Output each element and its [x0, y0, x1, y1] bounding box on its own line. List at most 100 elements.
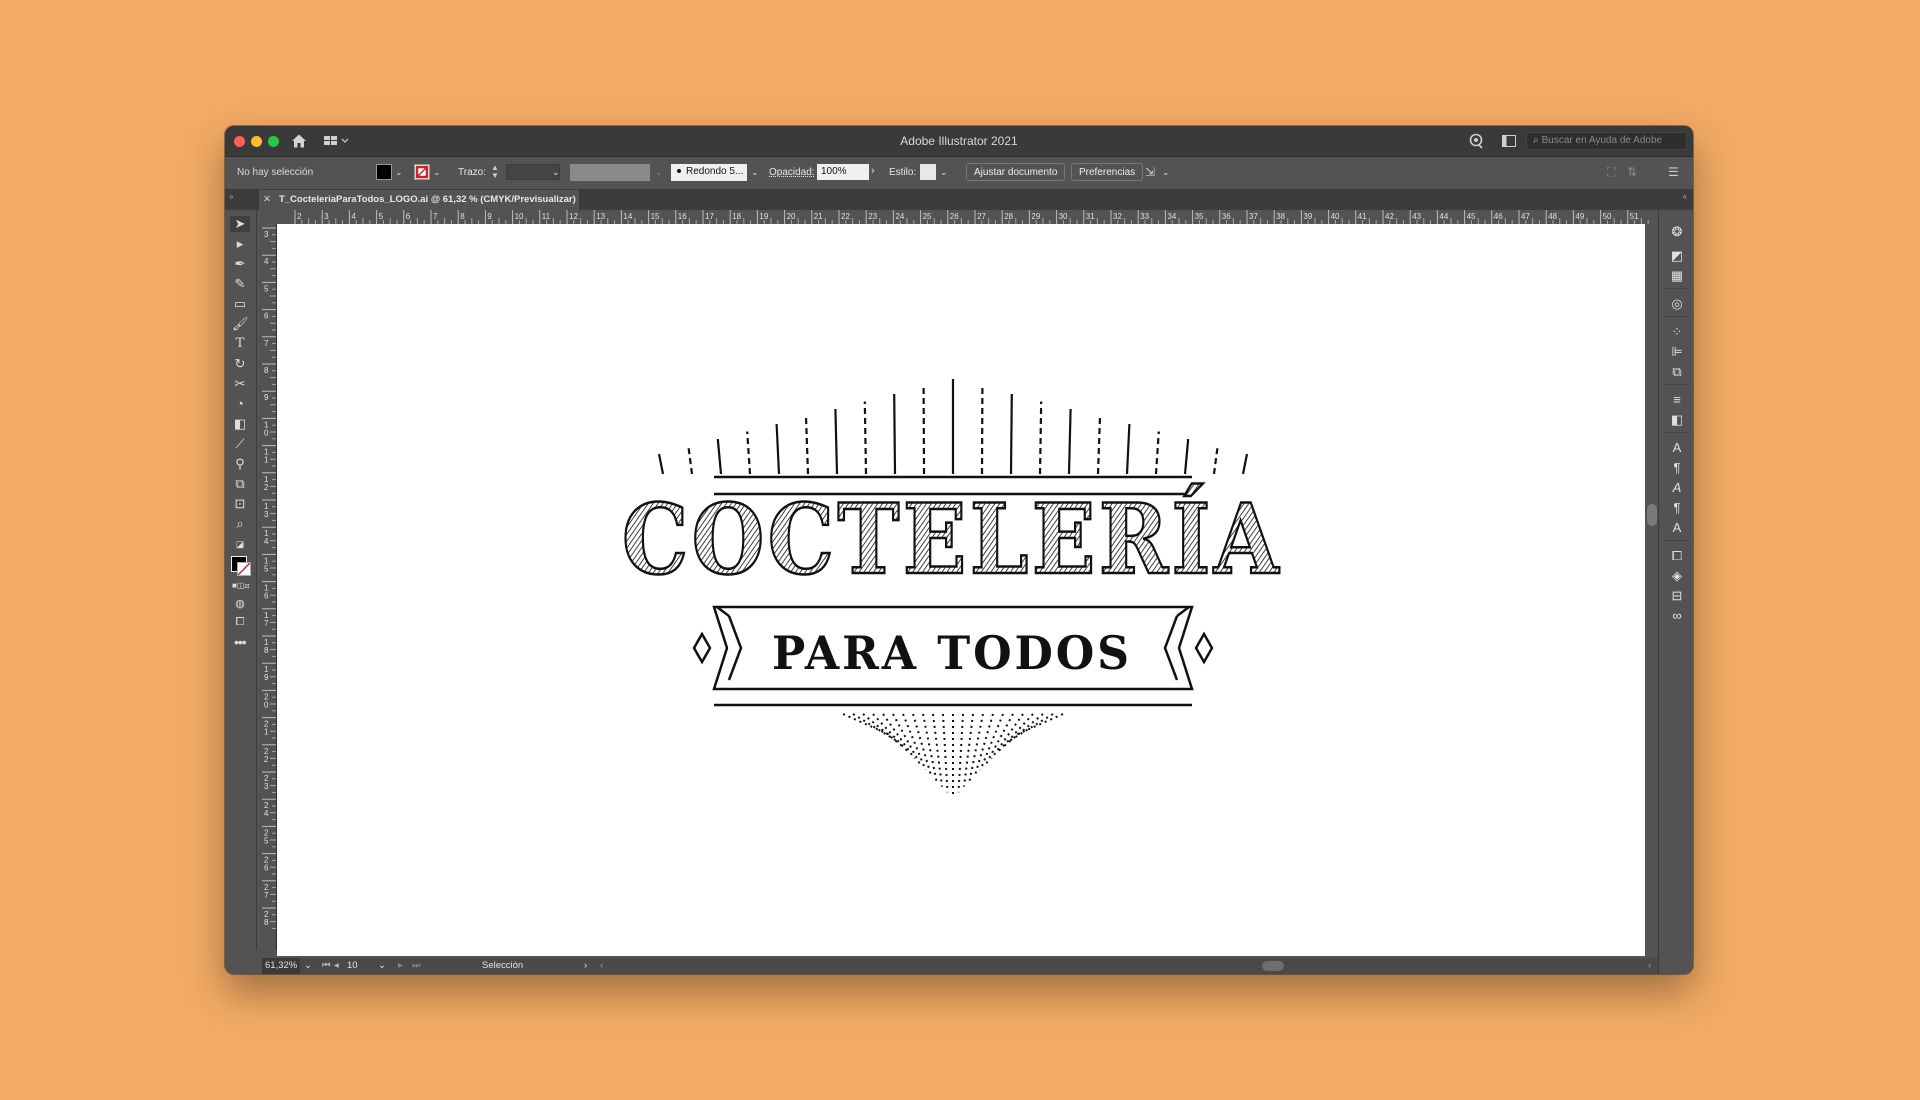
vertical-scrollbar[interactable]: [1645, 224, 1659, 956]
discover-icon[interactable]: [1468, 133, 1484, 149]
direct-selection-tool-icon[interactable]: ▸: [232, 236, 248, 252]
color-guide-icon[interactable]: ◩: [1669, 248, 1685, 264]
curvature-tool-icon[interactable]: ✎: [232, 276, 248, 292]
variable-width-profile[interactable]: [570, 164, 650, 181]
opacity-input[interactable]: 100%: [817, 164, 869, 180]
brush-chevron-icon[interactable]: ⌄: [751, 167, 759, 178]
symbol-sprayer-tool-icon[interactable]: ⧉: [232, 476, 248, 492]
align-chevron-icon[interactable]: ⌄: [1162, 167, 1170, 178]
ruler-origin[interactable]: [262, 210, 277, 224]
horizontal-ruler[interactable]: 2 3 4 5 6 7 8 9 10 11 12 13 14 15 16 17 18 19 20 21 22 23 24 25…: [277, 210, 1667, 225]
align-options-icon[interactable]: ⇲: [1145, 165, 1155, 179]
selection-tool-icon[interactable]: ➤: [230, 216, 250, 232]
vertical-ruler[interactable]: 3456789101112131415161718192021222324252…: [262, 224, 277, 950]
appearance-icon[interactable]: ◎: [1669, 296, 1685, 312]
pen-tool-icon[interactable]: ✒: [232, 256, 248, 272]
artboards-panel-icon[interactable]: ⧠: [1669, 548, 1685, 564]
transform-panel-icon[interactable]: ⁘: [1669, 324, 1685, 340]
expand-toolbar-icon[interactable]: »: [229, 192, 233, 201]
panel-menu-icon[interactable]: ☰: [1668, 165, 1679, 179]
edit-toolbar-icon[interactable]: •••: [234, 634, 247, 650]
paintbrush-tool-icon[interactable]: 🖌: [232, 316, 249, 332]
screen-mode-icon[interactable]: ⧠: [232, 614, 248, 630]
shape-builder-tool-icon[interactable]: ◔: [232, 396, 248, 412]
swatches-icon[interactable]: ▦: [1669, 268, 1685, 284]
zoom-tool-icon[interactable]: ⌕: [232, 516, 248, 532]
ruler-label: 27: [977, 212, 986, 221]
style-chevron-icon[interactable]: ⌄: [940, 167, 948, 178]
stroke-weight-stepper[interactable]: ▲ ▼: [491, 164, 501, 180]
gradient-panel-icon[interactable]: ◧: [1669, 412, 1685, 428]
paragraph-styles-icon[interactable]: ¶: [1669, 500, 1685, 516]
character-panel-icon[interactable]: A: [1669, 440, 1685, 456]
previous-artboard-icon[interactable]: ◂: [334, 960, 339, 971]
profile-chevron-icon[interactable]: ⌄: [655, 167, 663, 178]
transform-icon[interactable]: ⇅: [1627, 165, 1637, 179]
asset-export-icon[interactable]: ⊟: [1669, 588, 1685, 604]
artboard-canvas[interactable]: COCTELERÍA PARA TODOS: [277, 224, 1645, 956]
cocteleria-logo[interactable]: COCTELERÍA PARA TODOS: [277, 224, 1645, 956]
fit-document-button[interactable]: Ajustar documento: [966, 163, 1066, 181]
document-tab[interactable]: ✕ T_CocteleriaParaTodos_LOGO.ai @ 61,32 %…: [259, 190, 579, 210]
opacity-label[interactable]: Opacidad:: [769, 167, 815, 178]
scissors-tool-icon[interactable]: ✂: [232, 376, 248, 392]
eyedropper-tool-icon[interactable]: ⟋: [232, 436, 248, 452]
color-mode-icons[interactable]: ■◫⧄: [232, 578, 249, 594]
stroke-weight-chevron-icon[interactable]: ⌄: [552, 167, 560, 178]
help-search-input[interactable]: ⌕ Buscar en Ayuda de Adobe: [1526, 132, 1687, 150]
default-colors-icon[interactable]: ◪ ⤺: [232, 536, 248, 565]
zoom-level-input[interactable]: 61,32%: [262, 958, 300, 974]
opentype-panel-icon[interactable]: A: [1669, 480, 1685, 496]
ruler-label: 7: [264, 619, 269, 628]
status-menu-arrow-icon[interactable]: ›: [584, 960, 587, 971]
stroke-panel-icon[interactable]: ≡: [1669, 392, 1685, 408]
preferences-button[interactable]: Preferencias: [1071, 163, 1144, 181]
ruler-label: 4: [264, 257, 269, 266]
opacity-arrow-icon[interactable]: ›: [871, 165, 875, 177]
current-tool-status[interactable]: Selección: [482, 960, 523, 971]
brush-definition-select[interactable]: Redondo 5...: [671, 164, 747, 181]
sunburst-ray: [963, 713, 974, 787]
artboard-tool-icon[interactable]: ⊡: [232, 496, 248, 512]
scroll-left-icon[interactable]: ‹: [600, 960, 603, 971]
first-artboard-icon[interactable]: ⏮: [322, 960, 331, 971]
zoom-chevron-icon[interactable]: ⌄: [304, 960, 312, 971]
paragraph-panel-icon[interactable]: ¶: [1669, 460, 1685, 476]
illustrator-window: Adobe Illustrator 2021 ⌕ Buscar en Ayuda …: [225, 126, 1693, 974]
type-tool-icon[interactable]: T: [232, 336, 248, 352]
vertical-scroll-thumb[interactable]: [1647, 504, 1657, 526]
draw-mode-icon[interactable]: ◍: [232, 596, 248, 612]
sunburst-ray: [775, 423, 781, 475]
last-artboard-icon[interactable]: ⏭: [412, 960, 421, 971]
arrange-panels-icon[interactable]: [1502, 135, 1516, 147]
graphic-style-swatch[interactable]: [920, 164, 936, 180]
close-tab-icon[interactable]: ✕: [263, 194, 271, 205]
stroke-dropdown-chevron-icon[interactable]: ⌄: [433, 167, 441, 178]
ruler-label: 9: [487, 212, 492, 221]
horizontal-scroll-thumb[interactable]: [1262, 961, 1284, 971]
panel-dock: ❂ ◩ ▦ ◎ ⁘ ⊫ ⧉ ≡ ◧ A ¶ A ¶ A ⧠ ◈ ⊟ ∞: [1658, 210, 1693, 974]
artboard-number-input[interactable]: 10: [347, 960, 358, 971]
collapse-panels-icon[interactable]: «: [1683, 192, 1687, 201]
blend-tool-icon[interactable]: ⚲: [232, 456, 248, 472]
scroll-right-icon[interactable]: ›: [1648, 960, 1651, 971]
character-styles-icon[interactable]: A: [1669, 520, 1685, 536]
sunburst-ray: [990, 713, 1024, 760]
fill-color-swatch[interactable]: [376, 164, 392, 180]
properties-panel-icon[interactable]: ❂: [1669, 224, 1685, 240]
ruler-label: 47: [1521, 212, 1530, 221]
toolbar-stroke-swatch[interactable]: [237, 562, 251, 576]
next-artboard-icon[interactable]: ▸: [398, 960, 403, 971]
fill-dropdown-chevron-icon[interactable]: ⌄: [395, 167, 403, 178]
sunburst-ray: [1125, 423, 1131, 475]
rotate-tool-icon[interactable]: ↻: [232, 356, 248, 372]
links-panel-icon[interactable]: ∞: [1669, 608, 1685, 624]
gradient-tool-icon[interactable]: ◧: [232, 416, 248, 432]
stroke-color-swatch[interactable]: [414, 164, 430, 180]
rectangle-tool-icon[interactable]: ▭: [232, 296, 248, 312]
isolate-icon[interactable]: ⛶: [1607, 165, 1615, 180]
align-panel-icon[interactable]: ⊫: [1669, 344, 1685, 360]
pathfinder-icon[interactable]: ⧉: [1669, 364, 1685, 380]
layers-panel-icon[interactable]: ◈: [1669, 568, 1685, 584]
artboard-chevron-icon[interactable]: ⌄: [378, 960, 386, 971]
